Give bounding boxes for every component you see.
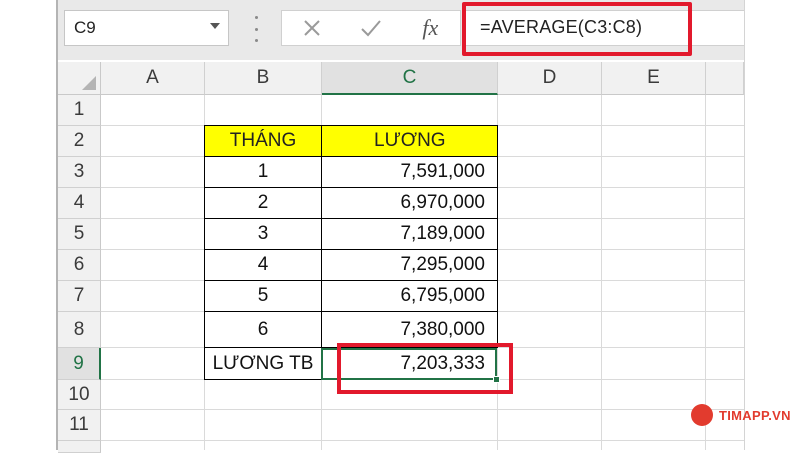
watermark-text: TIMAPP.VN <box>719 407 791 423</box>
formula-highlight-box <box>462 2 692 56</box>
month-cell[interactable]: 6 <box>204 311 322 348</box>
gridline <box>601 95 602 450</box>
row-header-10[interactable]: 10 <box>58 380 101 410</box>
row-header-2[interactable]: 2 <box>58 126 101 157</box>
header-month-cell[interactable]: THÁNG <box>204 125 322 157</box>
insert-function-button[interactable]: fx <box>401 11 460 45</box>
row-header-7[interactable]: 7 <box>58 281 101 312</box>
row-header-3[interactable]: 3 <box>58 157 101 188</box>
row-header-8[interactable]: 8 <box>58 312 101 348</box>
salary-cell[interactable]: 7,189,000 <box>321 218 498 250</box>
gridline <box>705 95 706 450</box>
column-header-e[interactable]: E <box>602 62 706 95</box>
row-header-9[interactable]: 9 <box>58 348 101 380</box>
month-cell[interactable]: 3 <box>204 218 322 250</box>
month-cell[interactable]: 2 <box>204 187 322 219</box>
salary-cell[interactable]: 6,795,000 <box>321 280 498 312</box>
formula-buttons: fx <box>281 10 461 46</box>
drag-handle-icon[interactable] <box>253 16 259 42</box>
average-label-cell[interactable]: LƯƠNG TB <box>204 347 322 380</box>
salary-cell[interactable]: 7,591,000 <box>321 156 498 188</box>
row-header-11[interactable]: 11 <box>58 410 101 441</box>
month-cell[interactable]: 4 <box>204 249 322 281</box>
salary-cell[interactable]: 7,295,000 <box>321 249 498 281</box>
logo-icon <box>691 404 713 426</box>
salary-cell[interactable]: 6,970,000 <box>321 187 498 219</box>
select-all-button[interactable] <box>58 62 101 95</box>
gridline <box>101 440 744 441</box>
column-header-a[interactable]: A <box>101 62 205 95</box>
left-margin <box>0 0 57 450</box>
month-cell[interactable]: 1 <box>204 156 322 188</box>
row-header-1[interactable]: 1 <box>58 95 101 126</box>
right-margin <box>745 0 800 450</box>
result-highlight-box <box>337 343 513 394</box>
right-edge <box>744 0 745 450</box>
watermark-logo: TIMAPP.VN <box>691 404 791 426</box>
column-header-d[interactable]: D <box>498 62 602 95</box>
column-header-c[interactable]: C <box>322 62 498 95</box>
name-box[interactable]: C9 <box>64 10 229 46</box>
name-box-value: C9 <box>74 18 96 37</box>
column-header-b[interactable]: B <box>205 62 322 95</box>
row-header-4[interactable]: 4 <box>58 188 101 219</box>
header-salary-cell[interactable]: LƯƠNG <box>321 125 498 157</box>
month-cell[interactable]: 5 <box>204 280 322 312</box>
column-header-f[interactable] <box>706 62 744 95</box>
gridline <box>101 409 744 410</box>
close-icon[interactable] <box>282 11 341 45</box>
function-label: fx <box>422 15 439 40</box>
row-header-12[interactable] <box>58 441 101 453</box>
check-icon[interactable] <box>341 11 400 45</box>
chevron-down-icon[interactable] <box>210 23 220 29</box>
row-header-6[interactable]: 6 <box>58 250 101 281</box>
row-header-5[interactable]: 5 <box>58 219 101 250</box>
